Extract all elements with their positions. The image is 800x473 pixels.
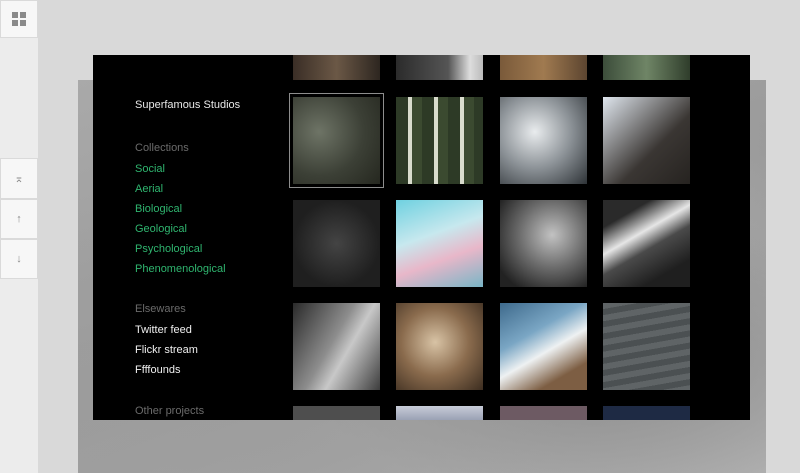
gallery-panel: Superfamous Studios Collections Social A… xyxy=(93,55,750,420)
photo-thumbnail[interactable] xyxy=(603,303,690,390)
collection-link[interactable]: Aerial xyxy=(135,182,226,202)
elsewares-heading: Elsewares xyxy=(135,303,186,315)
photo-thumbnail[interactable] xyxy=(603,200,690,287)
site-title[interactable]: Superfamous Studios xyxy=(135,99,240,111)
photo-thumbnail[interactable] xyxy=(293,303,380,390)
photo-thumbnail[interactable] xyxy=(603,406,690,420)
photo-thumbnail[interactable] xyxy=(396,97,483,184)
photo-thumbnail[interactable] xyxy=(500,97,587,184)
photo-thumbnail[interactable] xyxy=(396,55,483,80)
photo-thumbnail[interactable] xyxy=(293,55,380,80)
other-projects-heading: Other projects xyxy=(135,405,205,417)
scroll-down-button[interactable]: ↓ xyxy=(0,239,38,279)
collection-link[interactable]: Geological xyxy=(135,222,226,242)
control-rail: ⌅ ↑ ↓ xyxy=(0,0,38,473)
collections-list: Social Aerial Biological Geological Psyc… xyxy=(135,162,226,282)
photo-thumbnail[interactable] xyxy=(293,406,380,420)
scroll-up-icon: ↑ xyxy=(16,213,22,225)
elsewares-link[interactable]: Ffffounds xyxy=(135,363,198,383)
photo-thumbnail[interactable] xyxy=(500,303,587,390)
photo-thumbnail[interactable] xyxy=(293,200,380,287)
grid-icon xyxy=(12,12,26,26)
elsewares-link[interactable]: Flickr stream xyxy=(135,343,198,363)
collection-link[interactable]: Biological xyxy=(135,202,226,222)
photo-thumbnail[interactable] xyxy=(396,303,483,390)
collection-link[interactable]: Phenomenological xyxy=(135,262,226,282)
photo-thumbnail[interactable] xyxy=(500,406,587,420)
collection-link[interactable]: Psychological xyxy=(135,242,226,262)
photo-thumbnail[interactable] xyxy=(603,97,690,184)
photo-thumbnail[interactable] xyxy=(396,200,483,287)
scroll-top-button[interactable]: ⌅ xyxy=(0,158,38,199)
photo-thumbnail[interactable] xyxy=(396,406,483,420)
scroll-down-icon: ↓ xyxy=(16,253,22,265)
collections-heading: Collections xyxy=(135,142,189,154)
scroll-top-icon: ⌅ xyxy=(14,173,24,185)
elsewares-link[interactable]: Twitter feed xyxy=(135,323,198,343)
photo-thumbnail[interactable] xyxy=(500,200,587,287)
grid-view-button[interactable] xyxy=(0,0,38,38)
scroll-up-button[interactable]: ↑ xyxy=(0,199,38,239)
photo-thumbnail[interactable] xyxy=(500,55,587,80)
collection-link[interactable]: Social xyxy=(135,162,226,182)
photo-thumbnail[interactable] xyxy=(289,93,384,188)
photo-thumbnail[interactable] xyxy=(603,55,690,80)
elsewares-list: Twitter feed Flickr stream Ffffounds xyxy=(135,323,198,383)
